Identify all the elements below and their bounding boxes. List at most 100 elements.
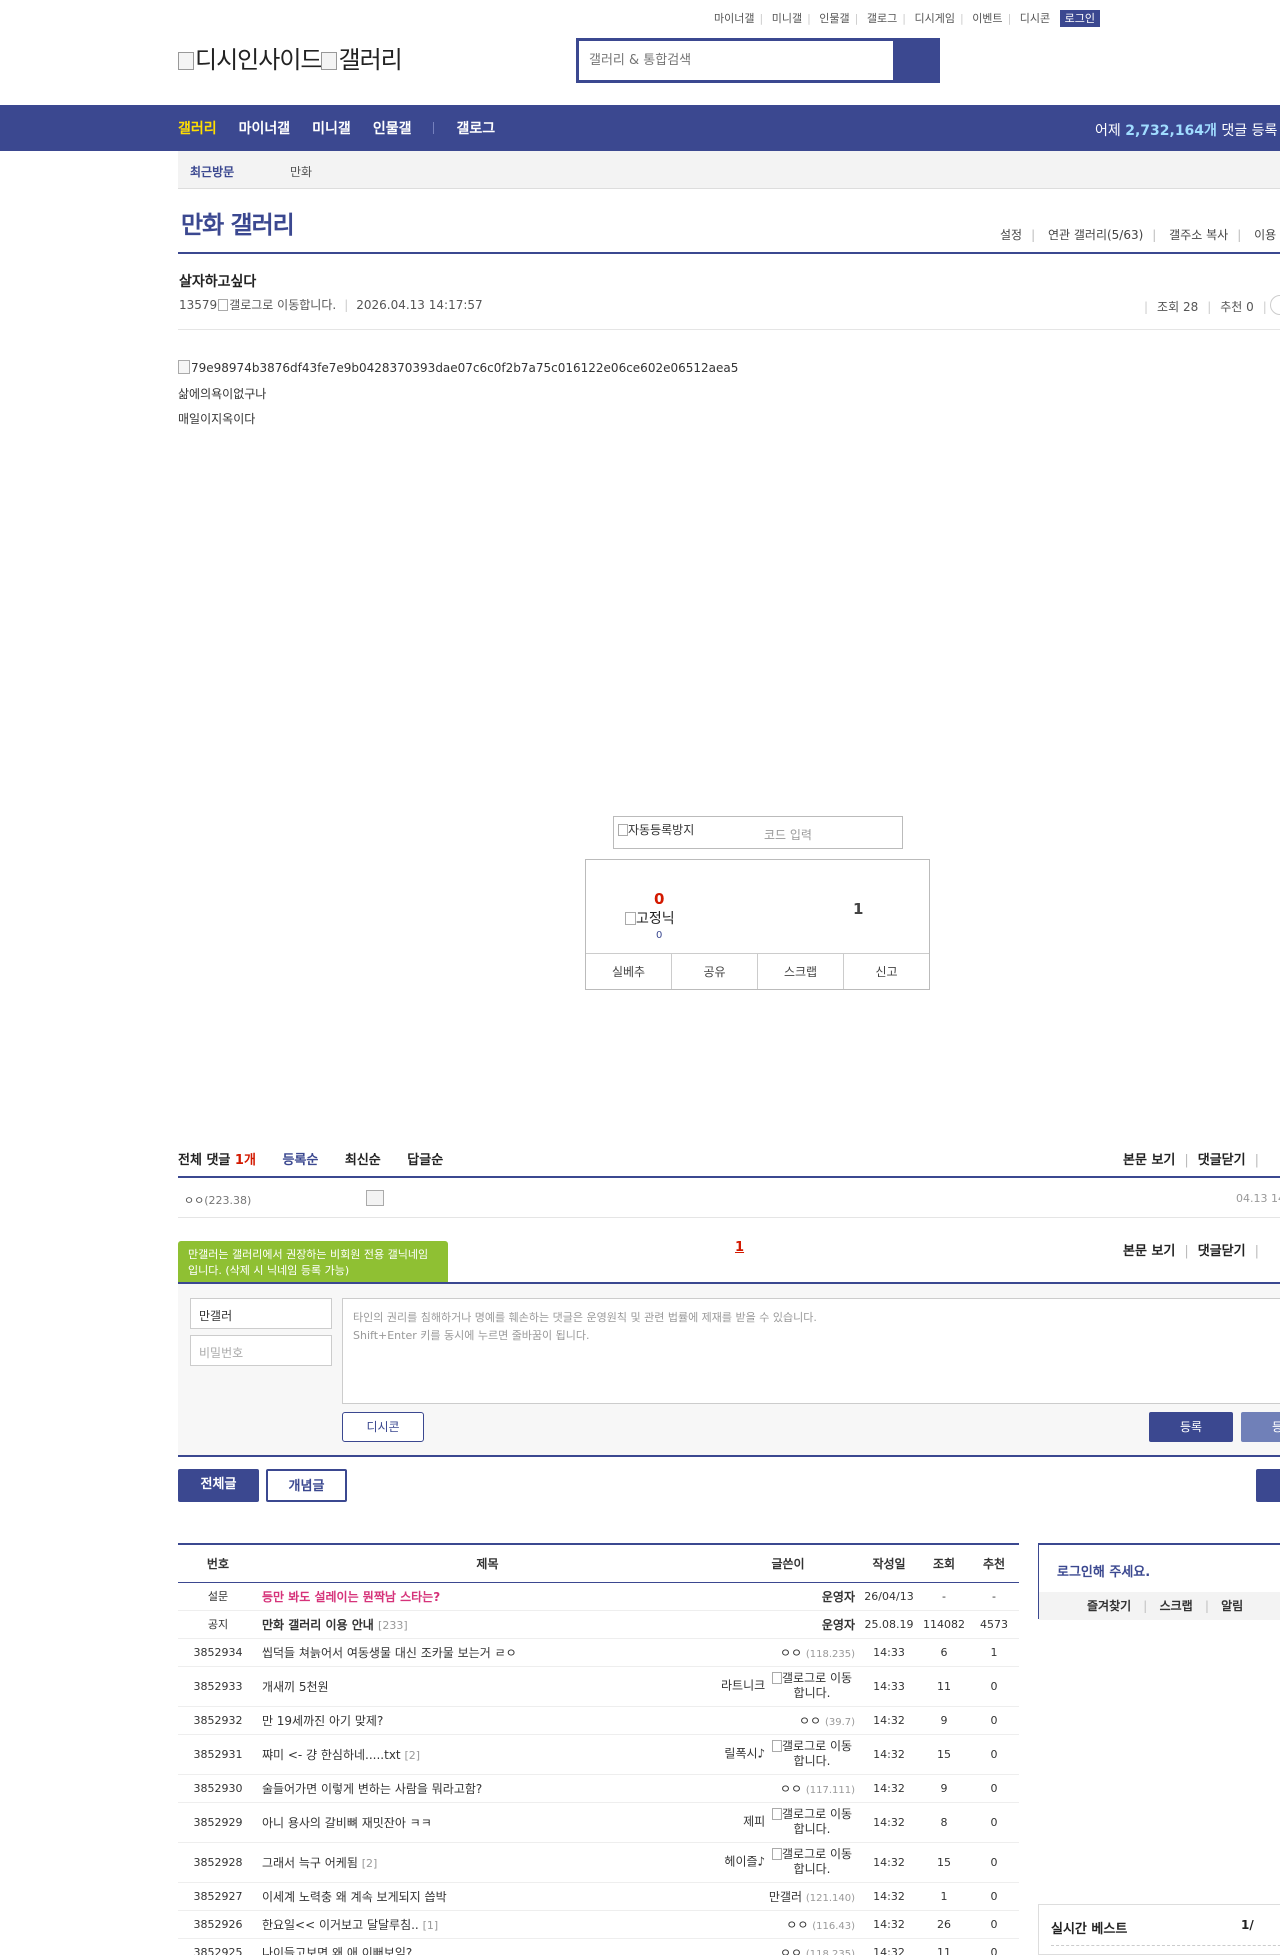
table-row[interactable]: 3852927 이세계 노력충 왜 계속 보게되지 씁박 만갤러 (121.140… [178, 1882, 1019, 1911]
post-counts: | 조회 28 | 추천 0 | [1144, 300, 1267, 314]
table-row[interactable]: 3852929 아니 용사의 갈비뼈 재밋잔아 ㅋㅋ 제피 갤로그로 이동합니다.… [178, 1802, 1019, 1843]
downvote-count[interactable]: 1 [853, 900, 863, 918]
row-writer[interactable]: ㅇㅇ (117.111) [717, 1774, 860, 1803]
row-title[interactable]: 개새끼 5천원 [257, 1666, 718, 1707]
comment-writer[interactable]: ㅇㅇ(223.38) [184, 1192, 251, 1208]
dccon-button[interactable]: 디시콘 [342, 1412, 424, 1442]
row-reply-count[interactable]: [2] [404, 1749, 420, 1762]
row-views: 6 [919, 1638, 969, 1667]
related-gallery-link[interactable]: 연관 갤러리(5/63) [1048, 228, 1143, 242]
post-writer[interactable]: 13579 [179, 298, 217, 312]
gallog-broken-image-icon [771, 1672, 782, 1684]
row-title-text: 나이들고보면 왜 애 이뻐보임? [261, 1945, 413, 1955]
gallog-alt-text[interactable]: 갤로그로 이동합니다. [229, 298, 336, 312]
report-button[interactable]: 신고 [844, 954, 929, 989]
row-title[interactable]: 만화 갤러리 이용 안내 [233] [257, 1610, 718, 1639]
submit-button[interactable]: 등록 [1149, 1412, 1233, 1442]
row-title[interactable]: 이세계 노력충 왜 계속 보게되지 씁박 [257, 1882, 718, 1911]
row-writer[interactable]: 라트니크 갤로그로 이동합니다. [717, 1666, 860, 1707]
row-views: 11 [919, 1938, 969, 1955]
row-writer[interactable]: 만갤러 (121.140) [717, 1882, 860, 1911]
row-writer[interactable]: ㅇㅇ (118.235) [717, 1638, 860, 1667]
share-button[interactable]: 공유 [672, 954, 758, 989]
sort-reply[interactable]: 답글순 [407, 1153, 443, 1168]
table-row[interactable]: 3852925 나이들고보면 왜 애 이뻐보임? ㅇㅇ (118.235) 14:3… [178, 1938, 1019, 1955]
row-writer[interactable]: 릴폭시♪ 갤로그로 이동합니다. [717, 1734, 860, 1775]
row-title[interactable]: 등만 봐도 설레이는 뭔짝남 스타는? [257, 1582, 718, 1611]
gallog-link[interactable]: 갤로그로 이동합니다. [769, 1847, 855, 1877]
row-title[interactable]: 나이들고보면 왜 애 이뻐보임? [257, 1938, 718, 1955]
row-title[interactable]: 쨔미 <- 걍 한심하네.....txt [2] [257, 1734, 718, 1775]
sort-registered[interactable]: 등록순 [282, 1153, 318, 1168]
table-row[interactable]: 3852928 그래서 늑구 어케됨 [2] 헤이즐♪ 갤로그로 이동합니다. 14:… [178, 1842, 1019, 1883]
write-button[interactable] [1256, 1469, 1280, 1502]
row-date: 25.08.19 [859, 1610, 919, 1639]
row-writer[interactable]: ㅇㅇ (118.235) [717, 1938, 860, 1955]
row-title[interactable]: 만 19세까진 아기 맞제? [257, 1706, 718, 1735]
post-datetime: 2026.04.13 14:17:57 [356, 298, 483, 312]
gallog-link[interactable]: 갤로그로 이동합니다. [769, 1671, 855, 1701]
table-row[interactable]: 설문 등만 봐도 설레이는 뭔짝남 스타는? 운영자 26/04/13- - [178, 1582, 1019, 1611]
row-title-text: 그래서 늑구 어케됨 [261, 1855, 358, 1870]
tab-concept-posts[interactable]: 개념글 [266, 1469, 347, 1502]
writer-nick: 운영자 [821, 1589, 856, 1604]
row-number: 설문 [178, 1582, 258, 1611]
password-field[interactable]: 비밀번호 [190, 1335, 332, 1366]
upvote-button[interactable]: 고정닉 [625, 908, 675, 928]
table-row[interactable]: 3852934 씹덕들 쳐늙어서 여동생물 대신 조카물 보는거 ㄹㅇ ㅇㅇ (1… [178, 1638, 1019, 1667]
row-title-text: 등만 봐도 설레이는 뭔짝남 스타는? [261, 1589, 441, 1604]
gallog-link[interactable]: 갤로그로 이동합니다. [769, 1807, 855, 1837]
table-row[interactable]: 3852926 한요일<< 이거보고 달달루침.. [1] ㅇㅇ (116.43) 1… [178, 1910, 1019, 1939]
table-row[interactable]: 3852933 개새끼 5천원 라트니크 갤로그로 이동합니다. 14:33 11 0 [178, 1666, 1019, 1707]
table-row[interactable]: 3852932 만 19세까진 아기 맞제? ㅇㅇ (39.7) 14:32 9 0 [178, 1706, 1019, 1735]
writer-nick: 헤이즐♪ [724, 1854, 766, 1869]
row-title-text: 개새끼 5천원 [261, 1679, 329, 1694]
view-body-link[interactable]: 본문 보기 [1123, 1153, 1175, 1168]
table-row[interactable]: 공지 만화 갤러리 이용 안내 [233] 운영자 25.08.19 114082 457… [178, 1610, 1019, 1639]
row-title[interactable]: 그래서 늑구 어케됨 [2] [257, 1842, 718, 1883]
gallery-settings-link[interactable]: 설정 [1000, 228, 1022, 242]
row-reply-count[interactable]: [233] [378, 1619, 408, 1632]
row-reply-count[interactable]: [2] [362, 1857, 378, 1870]
real-best-button[interactable]: 실베추 [586, 954, 672, 989]
captcha-code-input[interactable]: 코드 입력 [764, 826, 812, 843]
row-number: 공지 [178, 1610, 258, 1639]
row-views: 9 [919, 1706, 969, 1735]
row-reply-count[interactable]: [1] [423, 1919, 439, 1932]
post-list: 번호 제목 글쓴이 작성일 조회 추천 설문 등만 봐도 설레이는 뭔짝남 스타는… [178, 1543, 1019, 1955]
submit-button-2[interactable]: 등록 [1241, 1412, 1280, 1442]
comment-page-1[interactable]: 1 [735, 1240, 744, 1255]
row-writer[interactable]: 헤이즐♪ 갤로그로 이동합니다. [717, 1842, 860, 1883]
vote-box: 0 고정닉 0 1 실베추 공유 스크랩 신고 [585, 859, 930, 990]
view-body-link-2[interactable]: 본문 보기 [1123, 1244, 1175, 1259]
sort-latest[interactable]: 최신순 [345, 1153, 381, 1168]
close-comments-link[interactable]: 댓글닫기 [1198, 1153, 1246, 1168]
scrap-button[interactable]: 스크랩 [758, 954, 844, 989]
scrap-link[interactable]: 스크랩 [1160, 1599, 1193, 1613]
table-row[interactable]: 3852930 술들어가면 이렇게 변하는 사람을 뭐라고함? ㅇㅇ (117.1… [178, 1774, 1019, 1803]
table-row[interactable]: 3852931 쨔미 <- 걍 한심하네.....txt [2] 릴폭시♪ 갤로그로… [178, 1734, 1019, 1775]
row-writer[interactable]: 운영자 [717, 1582, 860, 1611]
row-writer[interactable]: ㅇㅇ (39.7) [717, 1706, 860, 1735]
row-writer[interactable]: 운영자 [717, 1610, 860, 1639]
login-prompt[interactable]: 로그인해 주세요. [1057, 1561, 1150, 1580]
row-recommend: 0 [969, 1802, 1019, 1843]
usage-link[interactable]: 이용 [1254, 228, 1276, 242]
row-title[interactable]: 아니 용사의 갈비뼈 재밋잔아 ㅋㅋ [257, 1802, 718, 1843]
row-title[interactable]: 한요일<< 이거보고 달달루침.. [1] [257, 1910, 718, 1939]
row-writer[interactable]: 제피 갤로그로 이동합니다. [717, 1802, 860, 1843]
row-title[interactable]: 술들어가면 이렇게 변하는 사람을 뭐라고함? [257, 1774, 718, 1803]
gallog-link[interactable]: 갤로그로 이동합니다. [769, 1739, 855, 1769]
favorites-link[interactable]: 즐겨찾기 [1087, 1599, 1131, 1613]
close-comments-link-2[interactable]: 댓글닫기 [1198, 1244, 1246, 1259]
tab-all-posts[interactable]: 전체글 [178, 1469, 259, 1502]
copy-gallery-address-link[interactable]: 갤주소 복사 [1169, 228, 1228, 242]
alarm-link[interactable]: 알림 [1221, 1599, 1243, 1613]
row-writer[interactable]: ㅇㅇ (116.43) [717, 1910, 860, 1939]
name-field[interactable]: 만갤러 [190, 1298, 332, 1329]
gallery-title[interactable]: 만화 갤러리 [181, 205, 295, 240]
row-title[interactable]: 씹덕들 쳐늙어서 여동생물 대신 조카물 보는거 ㄹㅇ [257, 1638, 718, 1667]
captcha-broken-image-icon [618, 824, 628, 836]
col-title: 제목 [257, 1544, 718, 1583]
comment-textarea[interactable]: 타인의 권리를 침해하거나 명예를 훼손하는 댓글은 운영원칙 및 관련 법률에… [342, 1298, 1280, 1404]
